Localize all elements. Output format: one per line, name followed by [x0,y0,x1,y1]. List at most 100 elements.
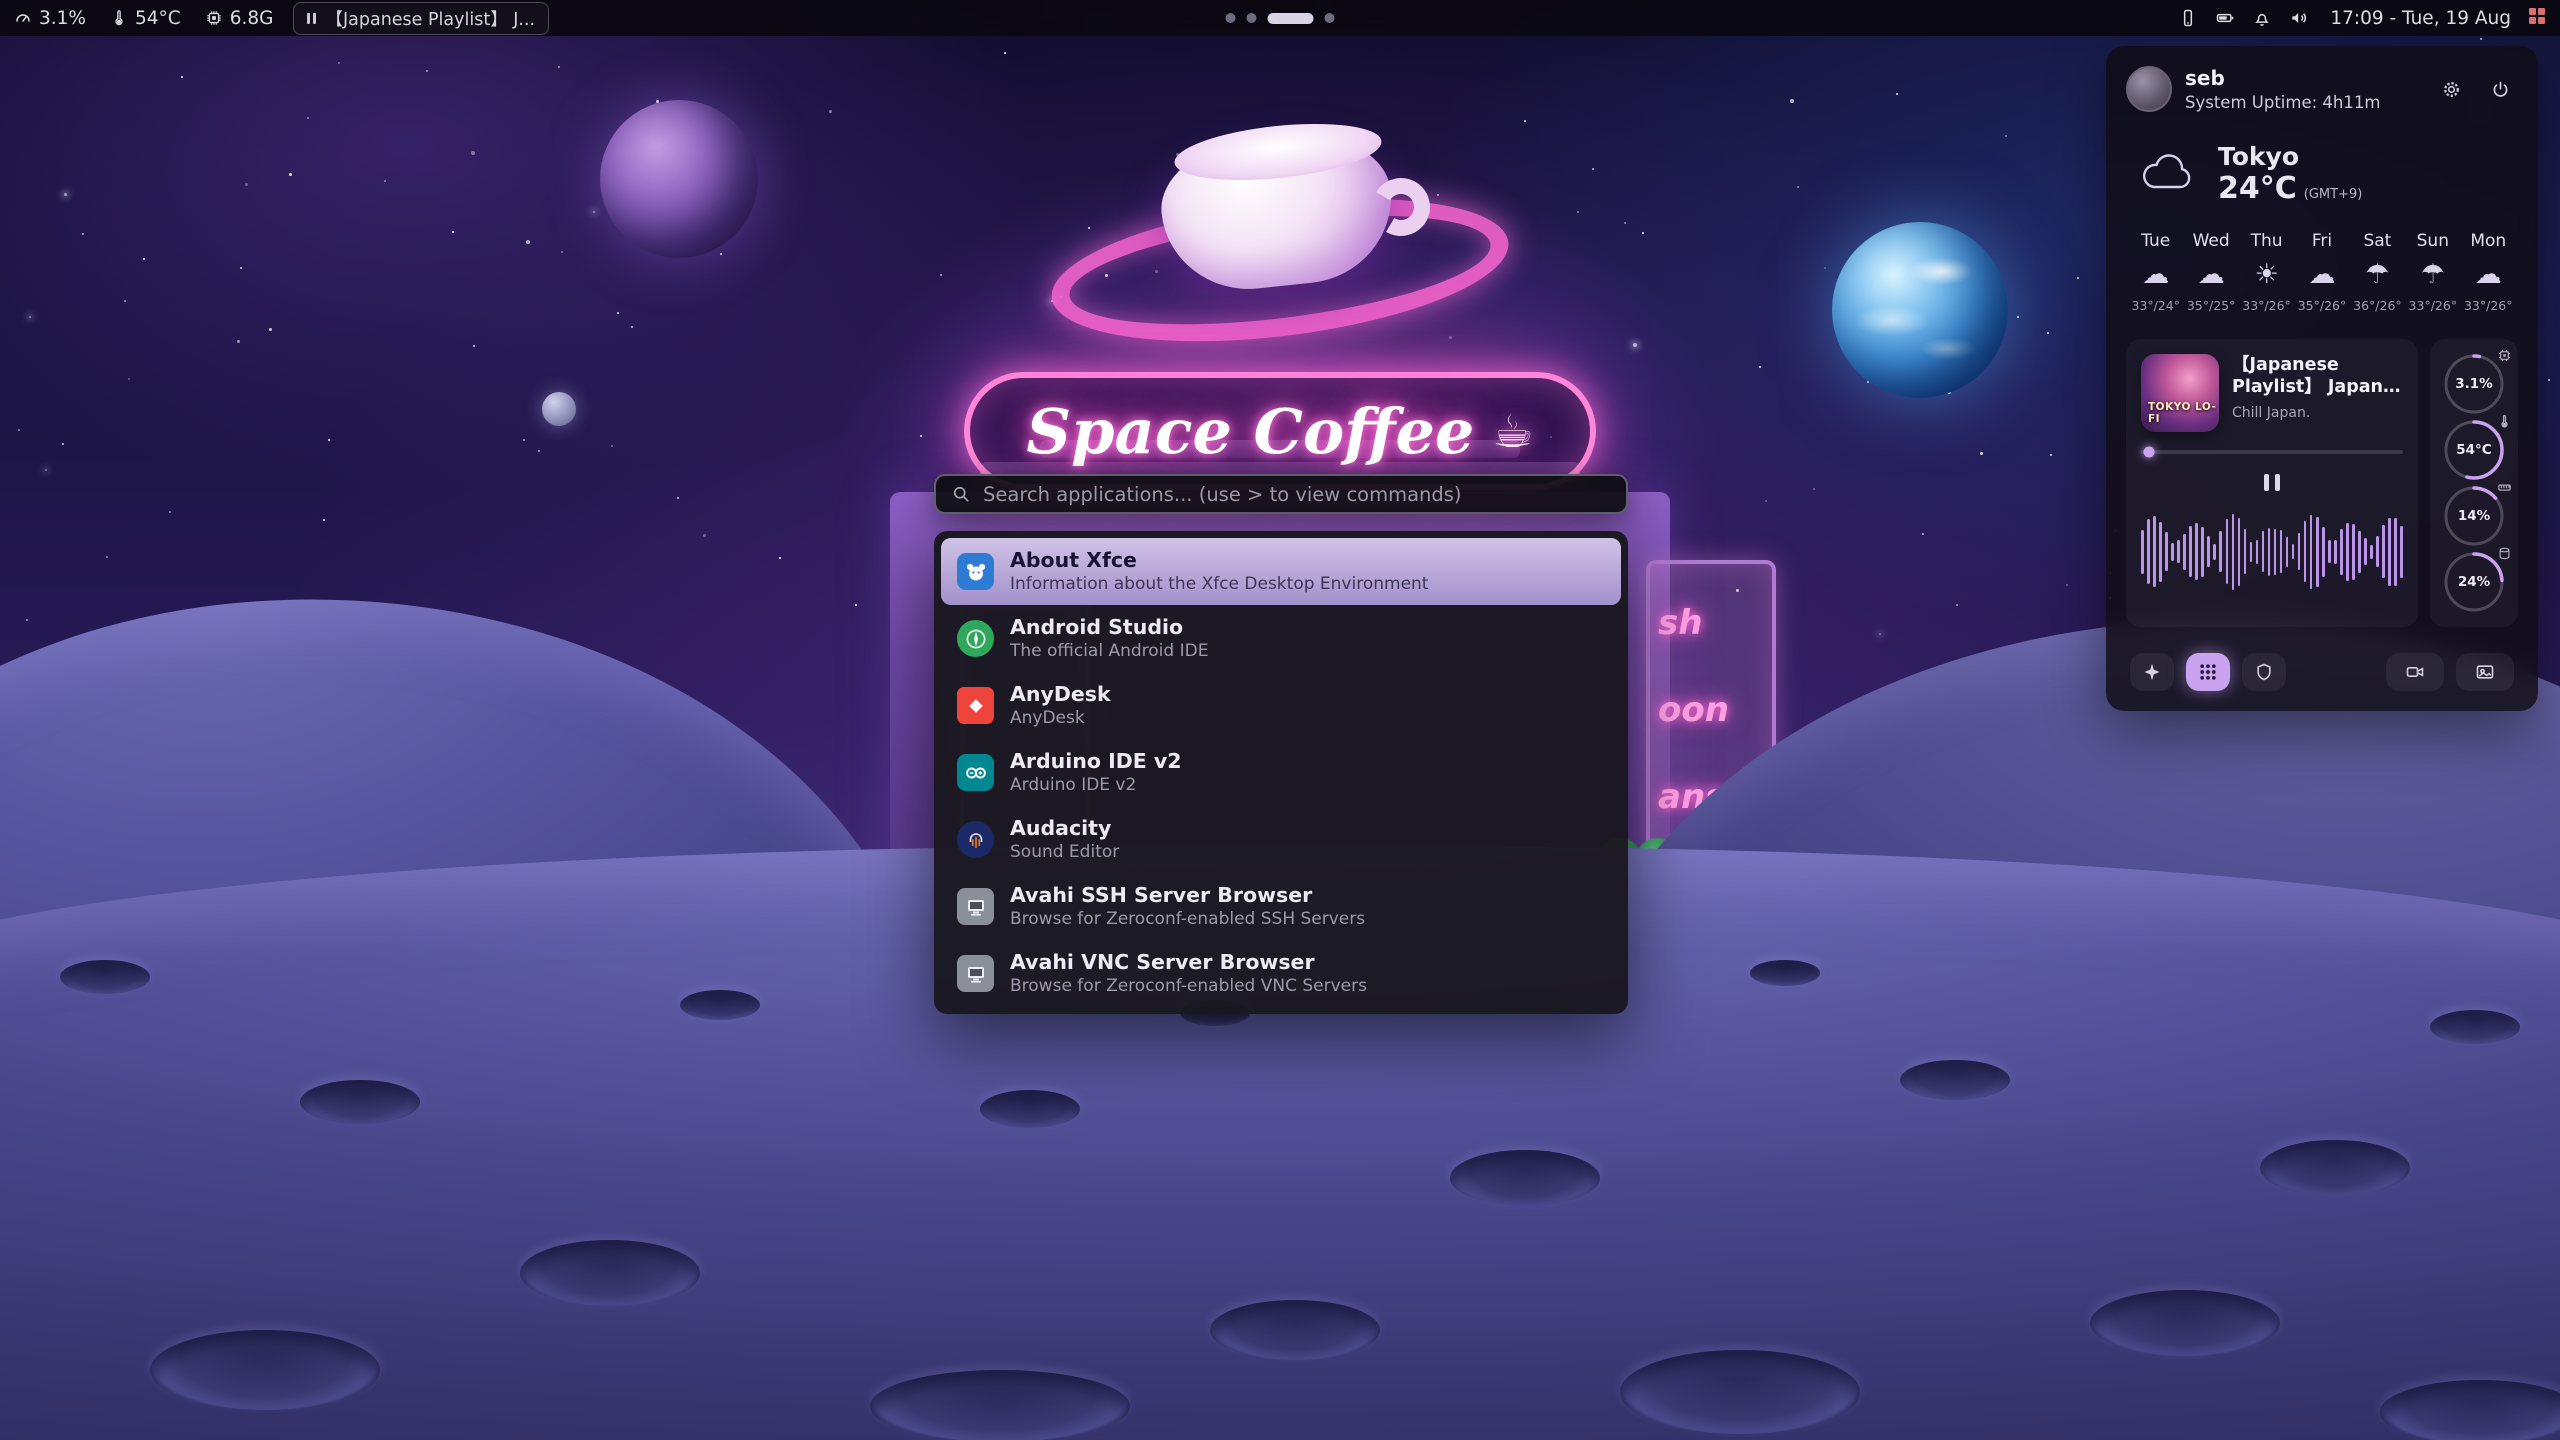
neon-sign-text: Space Coffee [1026,395,1474,468]
shield-icon [2254,662,2274,682]
weather-forecast: Tue☁33°/24°Wed☁35°/25°Thu☀33°/26°Fri☁35°… [2126,231,2518,313]
user-name: seb [2185,66,2420,90]
track-title: 【Japanese Playlist】 Japan All Night - To… [2232,354,2403,400]
crater [2090,1290,2280,1356]
result-subtitle: Arduino IDE v2 [1010,775,1182,796]
phone-icon[interactable] [2178,8,2198,28]
audio-visualizer [2141,506,2403,598]
crater [300,1080,420,1124]
forecast-day-label: Fri [2312,231,2332,251]
star [64,193,67,196]
crater [680,990,760,1020]
crater [1210,1300,1380,1360]
album-art: TOKYO LO-FI [2141,354,2219,432]
stat-gauge: 54°C [2441,417,2507,483]
search-icon [951,484,971,504]
avatar [2126,66,2172,112]
battery-icon[interactable] [2215,8,2235,28]
result-title: Avahi VNC Server Browser [1010,950,1367,976]
star [611,445,613,447]
star [2005,135,2007,137]
seek-bar[interactable] [2141,450,2403,454]
launcher-result[interactable]: Avahi VNC Server BrowserBrowse for Zeroc… [941,940,1621,1007]
launcher-result[interactable]: Android StudioThe official Android IDE [941,605,1621,672]
result-subtitle: The official Android IDE [1010,641,1208,662]
screenshot-button[interactable] [2456,653,2514,691]
star [1922,533,1924,535]
cpu-gauge-icon [14,9,32,27]
star [2050,454,2052,456]
star [2047,332,2049,334]
forecast-day: Mon☁33°/26° [2461,231,2516,313]
launcher-result[interactable]: AnyDeskAnyDesk [941,672,1621,739]
launcher-result[interactable]: Avahi SSH Server BrowserBrowse for Zeroc… [941,873,1621,940]
top-bar: 3.1% 54°C 6.8G 【Japanese Playlist】 J... [0,0,2560,36]
forecast-day: Fri☁35°/26° [2294,231,2349,313]
star [82,233,84,235]
memory-icon [2497,480,2512,499]
forecast-day: Tue☁33°/24° [2128,231,2183,313]
star [593,211,595,213]
launcher-result[interactable]: Arduino IDE v2Arduino IDE v2 [941,739,1621,806]
cloud-icon: ☁ [2142,261,2169,288]
star [1956,604,1958,606]
seek-knob[interactable] [2143,446,2154,457]
screen-record-button[interactable] [2386,653,2444,691]
volume-icon[interactable] [2289,8,2309,28]
security-button[interactable] [2242,653,2286,691]
star [538,450,540,452]
star [523,439,525,441]
bell-icon[interactable] [2252,8,2272,28]
media-widget[interactable]: 【Japanese Playlist】 J... [293,2,549,35]
workspace-indicator [1226,13,1335,24]
system-monitor-card: 3.1%54°C14%24% [2430,339,2518,627]
star [1980,452,1983,455]
temperature-icon [2497,414,2512,433]
power-button[interactable] [2482,71,2518,107]
crater [870,1370,1130,1440]
search-input[interactable] [983,483,1611,506]
rain-icon: ☂ [2421,261,2445,288]
clock[interactable]: 17:09 - Tue, 19 Aug [2330,8,2511,29]
forecast-temps: 33°/24° [2131,298,2180,313]
apps-button[interactable] [2186,653,2230,691]
workspace-dot[interactable] [1226,13,1236,23]
stat-gauge: 3.1% [2441,351,2507,417]
forecast-day: Wed☁35°/25° [2183,231,2238,313]
launcher-result[interactable]: AudacitySound Editor [941,806,1621,873]
app-grid-icon[interactable] [2528,7,2546,30]
star [124,300,126,302]
star [237,340,240,343]
settings-button[interactable] [2433,71,2469,107]
temperature-stat: 54°C [110,8,181,29]
memory-stat: 6.8G [205,8,274,29]
rain-icon: ☂ [2365,261,2389,288]
workspace-dot[interactable] [1325,13,1335,23]
sun-icon: ☀ [2254,261,2278,288]
video-camera-icon [2405,662,2425,682]
crater [1620,1350,1860,1434]
forecast-day-label: Sun [2417,231,2449,251]
pause-button[interactable] [2250,468,2294,498]
app-launcher: About XfceInformation about the Xfce Des… [934,474,1628,1014]
avahi-icon [957,888,994,925]
forecast-temps: 33°/26° [2242,298,2291,313]
launcher-result[interactable]: About XfceInformation about the Xfce Des… [941,538,1621,605]
cleanup-button[interactable] [2130,653,2174,691]
window-sign-text: oon [1658,690,1729,730]
weather-city-block: Tokyo 24°C (GMT+9) [2218,142,2362,205]
user-info: seb System Uptime: 4h11m [2185,66,2420,112]
stat-value: 54°C [2456,442,2491,458]
star [106,556,108,558]
track-artist: Chill Japan. [2232,405,2403,421]
star [45,469,47,471]
star [2548,379,2550,381]
apps-grid-icon [2198,662,2218,682]
star [384,180,386,182]
workspace-active[interactable] [1268,13,1314,24]
result-title: Audacity [1010,816,1119,842]
small-moon [542,392,576,426]
memory-chip-icon [205,9,223,27]
workspace-dot[interactable] [1247,13,1257,23]
star [307,117,309,119]
